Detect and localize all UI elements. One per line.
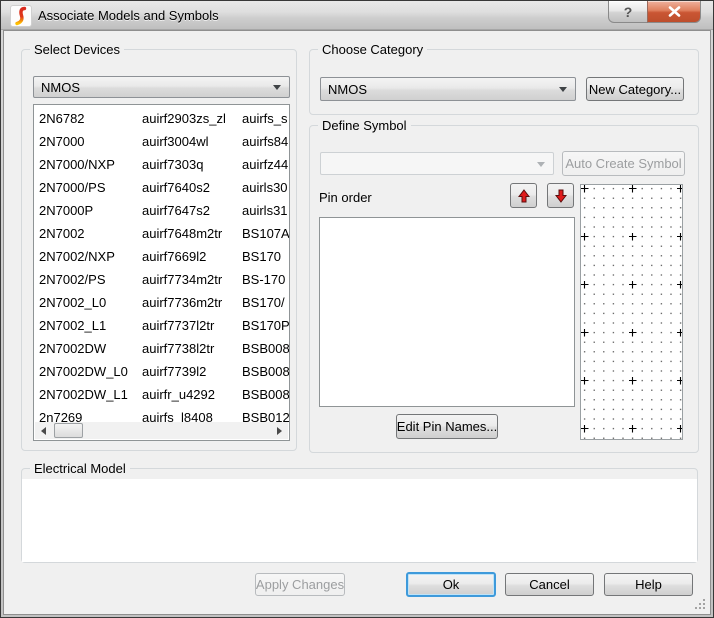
app-logo-icon (11, 6, 31, 26)
list-item[interactable]: 2N6782auirf2903zs_zlauirfs_s (34, 107, 289, 130)
scroll-left-icon (41, 427, 46, 435)
help-button[interactable]: Help (604, 573, 693, 596)
titlebar-help-button[interactable]: ? (608, 1, 648, 23)
grid-dots-pattern (581, 185, 682, 439)
list-item[interactable]: 2N7002_L1auirf7737l2trBS170P (34, 314, 289, 337)
list-item[interactable]: 2N7000auirf3004wlauirfs84 (34, 130, 289, 153)
list-item[interactable]: 2N7000Pauirf7647s2auirls31 (34, 199, 289, 222)
list-item[interactable]: 2N7002/PSauirf7734m2trBS-170 (34, 268, 289, 291)
list-item[interactable]: 2N7002DW_L0auirf7739l2BSB008 (34, 360, 289, 383)
device-list-rows: 2N6782auirf2903zs_zlauirfs_s2N7000auirf3… (34, 107, 289, 429)
device-type-combobox[interactable]: NMOS (33, 76, 290, 98)
arrow-up-icon (518, 189, 530, 203)
define-symbol-label: Define Symbol (318, 118, 411, 133)
list-item[interactable]: 2N7000/NXPauirf7303qauirfz44 (34, 153, 289, 176)
edit-pin-names-button[interactable]: Edit Pin Names... (396, 414, 498, 439)
device-listbox[interactable]: 2N6782auirf2903zs_zlauirfs_s2N7000auirf3… (33, 104, 290, 441)
list-item[interactable]: 2N7002auirf7648m2trBS107A (34, 222, 289, 245)
device-list-hscrollbar[interactable] (35, 422, 288, 439)
pin-move-up-button[interactable] (510, 183, 537, 208)
arrow-down-icon (555, 189, 567, 203)
category-combobox[interactable]: NMOS (320, 77, 576, 101)
list-item[interactable]: 2N7000/PSauirf7640s2auirls30 (34, 176, 289, 199)
scroll-right-icon (277, 427, 282, 435)
list-item[interactable]: 2N7002DWauirf7738l2trBSB008 (34, 337, 289, 360)
symbol-combobox (320, 152, 554, 175)
close-icon (668, 6, 681, 17)
auto-create-symbol-button: Auto Create Symbol (562, 151, 685, 176)
symbol-preview-canvas[interactable] (580, 184, 683, 440)
scrollbar-thumb[interactable] (54, 423, 83, 438)
pin-order-listbox[interactable] (319, 217, 575, 407)
apply-changes-button: Apply Changes (255, 573, 345, 596)
chevron-down-icon (559, 87, 567, 92)
list-item[interactable]: 2N7002/NXPauirf7669l2BS170 (34, 245, 289, 268)
window-title: Associate Models and Symbols (38, 8, 219, 23)
scroll-left-button[interactable] (35, 422, 52, 439)
select-devices-label: Select Devices (30, 42, 124, 57)
category-combobox-value: NMOS (328, 82, 367, 97)
help-icon: ? (624, 4, 633, 20)
list-item[interactable]: 2N7002DW_L1auirfr_u4292BSB008 (34, 383, 289, 406)
title-bar[interactable]: Associate Models and Symbols ? (1, 1, 713, 30)
device-type-combobox-value: NMOS (41, 80, 80, 95)
dialog-associate-models-and-symbols: Associate Models and Symbols ? Select De… (0, 0, 714, 618)
electrical-model-textarea[interactable] (22, 479, 697, 562)
chevron-down-icon (537, 162, 545, 167)
pin-order-label: Pin order (319, 190, 372, 205)
resize-grip[interactable] (703, 607, 705, 609)
scroll-right-button[interactable] (271, 422, 288, 439)
cancel-button[interactable]: Cancel (505, 573, 594, 596)
new-category-button[interactable]: New Category... (586, 77, 684, 101)
choose-category-label: Choose Category (318, 42, 427, 57)
pin-move-down-button[interactable] (547, 183, 574, 208)
electrical-model-label: Electrical Model (30, 461, 130, 476)
titlebar-close-button[interactable] (647, 1, 701, 23)
chevron-down-icon (273, 85, 281, 90)
list-item[interactable]: 2N7002_L0auirf7736m2trBS170/ (34, 291, 289, 314)
ok-button[interactable]: Ok (406, 572, 496, 597)
